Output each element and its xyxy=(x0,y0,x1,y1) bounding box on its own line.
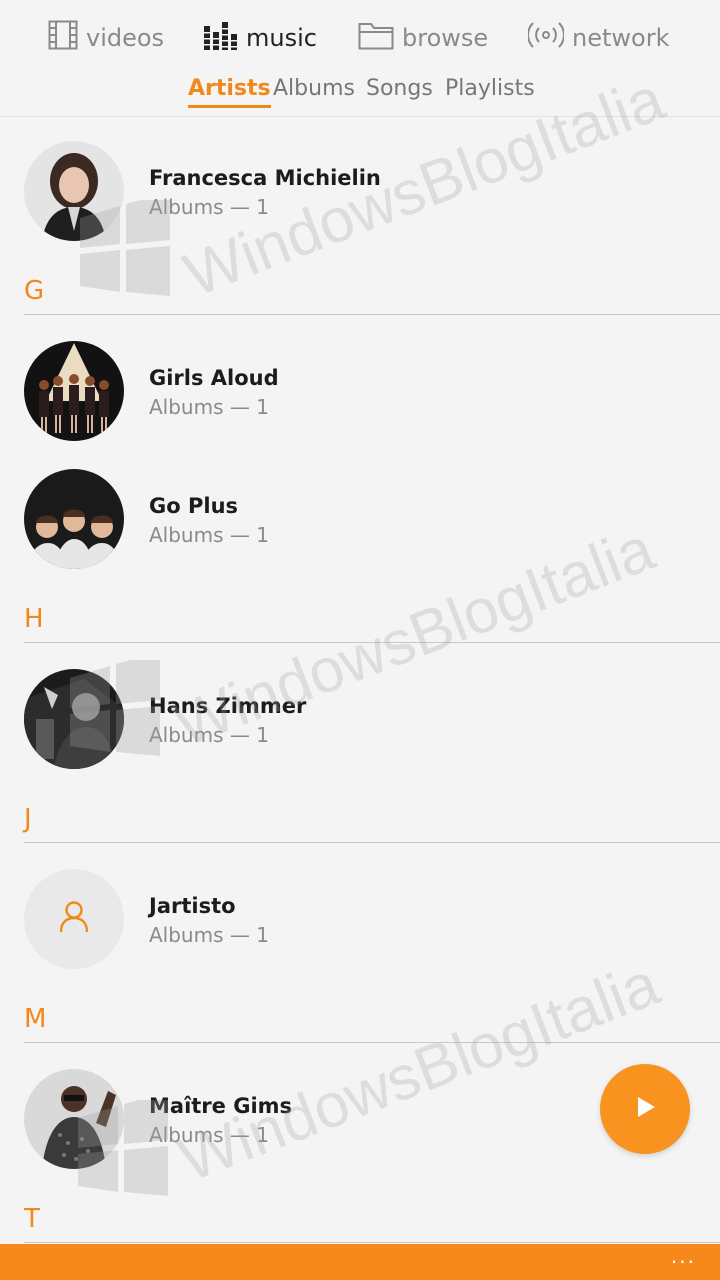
tab-artists[interactable]: Artists xyxy=(188,76,271,108)
artist-avatar xyxy=(24,669,124,769)
section-divider xyxy=(24,1242,720,1243)
section-letter-m[interactable]: M xyxy=(24,1004,46,1034)
section-divider xyxy=(24,642,720,643)
folder-icon xyxy=(358,20,394,56)
network-broadcast-icon xyxy=(527,20,565,56)
artist-album-count: Albums — 1 xyxy=(149,395,269,419)
artist-name: Jartisto xyxy=(149,894,236,918)
artist-avatar xyxy=(24,341,124,441)
section-letter-g[interactable]: G xyxy=(24,276,44,306)
nav-music-label: music xyxy=(246,24,317,52)
nav-videos[interactable]: videos xyxy=(48,18,164,58)
section-divider xyxy=(24,842,720,843)
equalizer-icon xyxy=(204,20,238,56)
artist-avatar xyxy=(24,469,124,569)
artist-item-francesca-michielin[interactable]: Francesca Michielin Albums — 1 xyxy=(24,141,720,241)
section-letter-t[interactable]: T xyxy=(24,1204,40,1234)
artist-name: Francesca Michielin xyxy=(149,166,381,190)
section-letter-h[interactable]: H xyxy=(24,604,44,634)
tab-songs[interactable]: Songs xyxy=(366,76,433,101)
music-tabs: Artists Albums Songs Playlists xyxy=(0,72,720,112)
artist-album-count: Albums — 1 xyxy=(149,1123,269,1147)
artist-album-count: Albums — 1 xyxy=(149,923,269,947)
nav-browse-label: browse xyxy=(402,24,489,52)
artist-item-hans-zimmer[interactable]: Hans Zimmer Albums — 1 xyxy=(24,669,720,769)
artist-name: Hans Zimmer xyxy=(149,694,307,718)
nav-music[interactable]: music xyxy=(204,18,317,58)
more-options-button[interactable]: ··· xyxy=(671,1250,696,1274)
play-all-button[interactable] xyxy=(600,1064,690,1154)
section-divider xyxy=(24,1042,720,1043)
top-navigation: videos music browse network xyxy=(0,0,720,76)
artist-album-count: Albums — 1 xyxy=(149,723,269,747)
tab-playlists[interactable]: Playlists xyxy=(445,76,535,101)
artist-avatar xyxy=(24,869,124,969)
artist-name: Maître Gims xyxy=(149,1094,293,1118)
nav-browse[interactable]: browse xyxy=(358,18,488,58)
artist-item-go-plus[interactable]: Go Plus Albums — 1 xyxy=(24,469,720,569)
tab-albums[interactable]: Albums xyxy=(273,76,355,101)
section-divider xyxy=(24,314,720,315)
play-icon xyxy=(633,1095,657,1123)
nav-network-label: network xyxy=(572,24,670,52)
person-icon xyxy=(59,900,89,938)
film-icon xyxy=(48,20,78,56)
artist-item-girls-aloud[interactable]: Girls Aloud Albums — 1 xyxy=(24,341,720,441)
nav-videos-label: videos xyxy=(86,24,165,52)
app-bar: ··· xyxy=(0,1244,720,1280)
artist-name: Girls Aloud xyxy=(149,366,279,390)
artist-avatar xyxy=(24,1069,124,1169)
artist-album-count: Albums — 1 xyxy=(149,195,269,219)
nav-network[interactable]: network xyxy=(527,18,670,58)
section-letter-j[interactable]: J xyxy=(24,804,32,834)
tabs-divider xyxy=(0,116,720,117)
artist-item-jartisto[interactable]: Jartisto Albums — 1 xyxy=(24,869,720,969)
artist-avatar xyxy=(24,141,124,241)
artist-album-count: Albums — 1 xyxy=(149,523,269,547)
artist-name: Go Plus xyxy=(149,494,239,518)
